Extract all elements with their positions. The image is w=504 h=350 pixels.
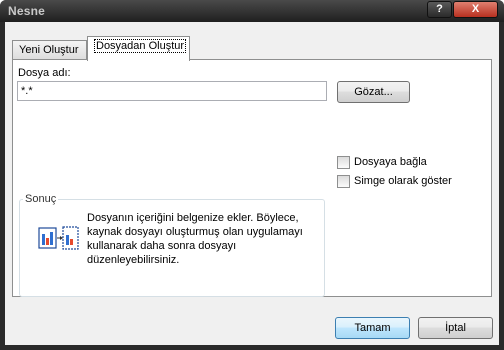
icon-checkbox-label[interactable]: Simge olarak göster [354, 175, 452, 187]
title-bar[interactable]: Nesne ? X [0, 0, 504, 22]
result-description: Dosyanın içeriğini belgenize ekler. Böyl… [87, 212, 303, 266]
tab-from-file-label: Dosyadan Oluştur [94, 39, 187, 53]
tab-new[interactable]: Yeni Oluştur [12, 40, 87, 60]
tab-new-label: Yeni Oluştur [19, 44, 79, 56]
result-group-label: Sonuç [23, 193, 59, 205]
link-checkbox-label[interactable]: Dosyaya bağla [354, 156, 427, 168]
tab-from-file[interactable]: Dosyadan Oluştur [87, 36, 190, 61]
file-name-label: Dosya adı: [18, 67, 71, 79]
embed-object-icon [38, 225, 80, 251]
file-name-input[interactable]: *.* [17, 81, 327, 101]
browse-button[interactable]: Gözat... [337, 81, 410, 103]
help-button[interactable]: ? [427, 1, 452, 18]
icon-checkbox[interactable] [337, 175, 350, 188]
dialog-window: Nesne ? X Yeni Oluştur Dosyadan Oluştur … [0, 0, 504, 350]
link-checkbox[interactable] [337, 156, 350, 169]
dialog-body: Yeni Oluştur Dosyadan Oluştur Dosya adı:… [5, 22, 499, 345]
ok-button[interactable]: Tamam [335, 317, 410, 339]
cancel-button[interactable]: İptal [418, 317, 493, 339]
close-button[interactable]: X [453, 1, 498, 18]
window-title: Nesne [8, 4, 46, 18]
